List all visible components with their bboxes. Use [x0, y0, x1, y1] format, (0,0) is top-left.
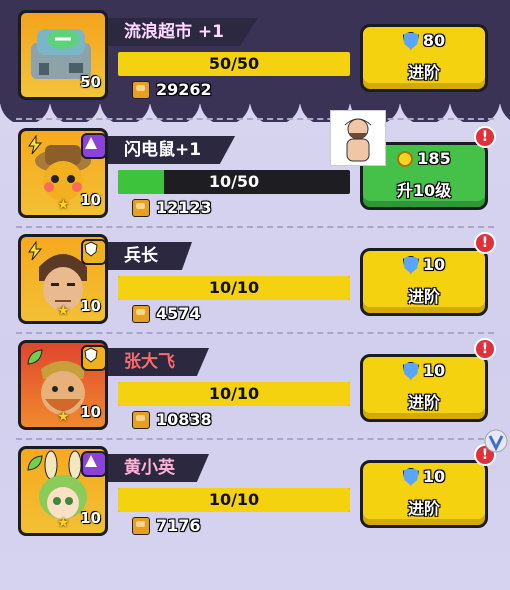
cost-value: 10 — [422, 255, 446, 274]
combat-power-value: 7176 — [156, 516, 201, 535]
button-cost: 10 — [363, 361, 485, 380]
cost-value: 80 — [422, 31, 446, 50]
hero-portrait[interactable]: 50 — [18, 10, 108, 100]
star-icon: ★ — [57, 303, 70, 319]
hero-card-huangxiaoying: ★ 10 黄小英 10/10 7176 10 进阶 ! — [0, 436, 510, 536]
fist-icon — [132, 304, 150, 323]
hero-level: 10 — [80, 297, 101, 315]
progress-text: 10/10 — [208, 384, 260, 403]
combat-power-value: 29262 — [156, 80, 212, 99]
hero-card-shandianshu: ★ 10 闪电鼠+1 10/50 12123 185 升10级 ! — [0, 118, 510, 218]
star-icon: ★ — [57, 197, 70, 213]
combat-power: 29262 — [132, 80, 212, 99]
button-cost: 80 — [363, 31, 485, 50]
button-label: 升10级 — [396, 181, 452, 200]
fist-icon — [132, 410, 150, 429]
button-label: 进阶 — [407, 287, 440, 306]
shield-icon — [402, 467, 419, 486]
overlay-avatar-sticker — [330, 110, 386, 166]
hero-level: 10 — [80, 403, 101, 421]
button-label: 进阶 — [407, 63, 440, 82]
progress-text: 10/10 — [208, 278, 260, 297]
shield-icon — [402, 361, 419, 380]
button-label: 进阶 — [407, 393, 440, 412]
advance-button[interactable]: 10 进阶 — [360, 354, 488, 422]
advance-button[interactable]: 10 进阶 — [360, 460, 488, 528]
fist-icon — [132, 198, 150, 217]
rank-badge-icon — [81, 451, 105, 477]
fist-icon — [132, 516, 150, 535]
hero-level: 10 — [80, 509, 101, 527]
combat-power: 10838 — [132, 410, 212, 429]
hero-name: 闪电鼠+1 — [108, 136, 236, 164]
alert-badge: ! — [474, 232, 496, 254]
combat-power: 7176 — [132, 516, 201, 535]
hero-level: 10 — [80, 191, 101, 209]
shield-icon — [402, 255, 419, 274]
combat-power-value: 10838 — [156, 410, 212, 429]
cost-value: 185 — [417, 149, 451, 168]
hero-card-liulang: 50 流浪超市 +1 50/50 29262 80 进阶 — [0, 0, 510, 100]
lightning-element-icon — [25, 135, 45, 155]
hero-name: 张大飞 — [108, 348, 209, 376]
advance-button[interactable]: 80 进阶 — [360, 24, 488, 92]
progress-bar: 10/10 — [118, 488, 350, 512]
alert-badge: ! — [474, 126, 496, 148]
leaf-element-icon — [25, 453, 45, 473]
coin-icon — [397, 150, 414, 167]
side-menu-handle-icon[interactable] — [484, 428, 508, 454]
cost-value: 10 — [422, 467, 446, 486]
hero-portrait[interactable]: ★ 10 — [18, 446, 108, 536]
rank-badge-icon — [81, 133, 105, 159]
shield-icon — [402, 31, 419, 50]
star-icon: ★ — [57, 515, 70, 531]
progress-text: 50/50 — [208, 54, 260, 73]
hero-portrait[interactable]: ★ 10 — [18, 128, 108, 218]
progress-bar: 10/10 — [118, 276, 350, 300]
combat-power: 12123 — [132, 198, 212, 217]
rank-badge-icon — [81, 239, 105, 265]
combat-power-value: 4574 — [156, 304, 201, 323]
hero-card-zhangdafei: ★ 10 张大飞 10/10 10838 10 进阶 ! — [0, 330, 510, 430]
button-cost: 10 — [363, 255, 485, 274]
leaf-element-icon — [25, 347, 45, 367]
rank-badge-icon — [81, 345, 105, 371]
cost-value: 10 — [422, 361, 446, 380]
progress-bar: 50/50 — [118, 52, 350, 76]
progress-bar: 10/50 — [118, 170, 350, 194]
alert-badge: ! — [474, 338, 496, 360]
progress-bar: 10/10 — [118, 382, 350, 406]
button-label: 进阶 — [407, 499, 440, 518]
star-icon: ★ — [57, 409, 70, 425]
hero-portrait[interactable]: ★ 10 — [18, 234, 108, 324]
bearded-man-sticker — [344, 118, 372, 162]
progress-text: 10/50 — [208, 172, 260, 191]
hero-level: 50 — [80, 73, 101, 91]
hero-name: 黄小英 — [108, 454, 209, 482]
advance-button[interactable]: 10 进阶 — [360, 248, 488, 316]
hero-portrait[interactable]: ★ 10 — [18, 340, 108, 430]
hero-name: 流浪超市 +1 — [108, 18, 258, 46]
progress-text: 10/10 — [208, 490, 260, 509]
combat-power: 4574 — [132, 304, 201, 323]
fist-icon — [132, 80, 150, 99]
lightning-element-icon — [25, 241, 45, 261]
hero-card-bingzhang: ★ 10 兵长 10/10 4574 10 进阶 ! — [0, 224, 510, 324]
combat-power-value: 12123 — [156, 198, 212, 217]
button-cost: 10 — [363, 467, 485, 486]
hero-name: 兵长 — [108, 242, 192, 270]
